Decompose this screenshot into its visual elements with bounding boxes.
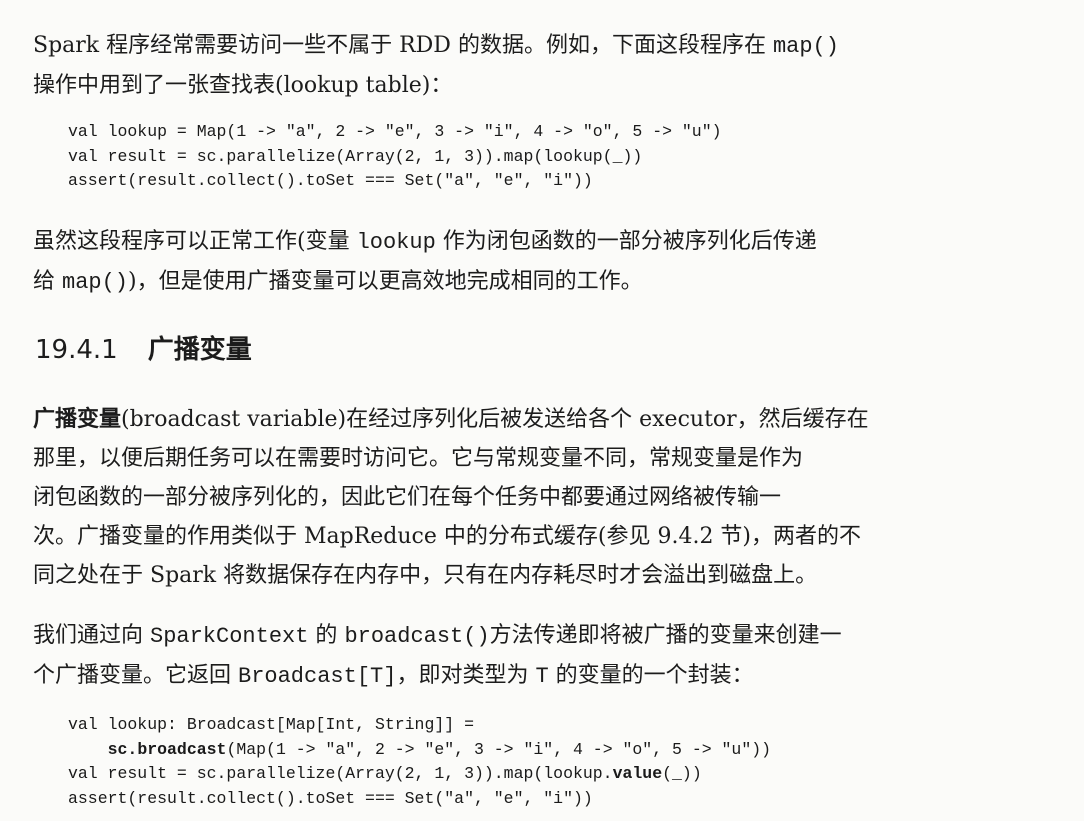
inline-code-map: map() bbox=[772, 34, 839, 59]
creation-text: 的变量的一个封装： bbox=[548, 663, 754, 688]
description-line-3: 闭包函数的一部分被序列化的，因此它们在每个任务中都要通过网络被传输一 bbox=[33, 485, 782, 510]
creation-paragraph: 我们通过向 SparkContext 的 broadcast()方法传递即将被广… bbox=[33, 616, 943, 696]
explanation-line-1: 虽然这段程序可以正常工作(变量 lookup 作为闭包函数的一部分被序列化后传递 bbox=[33, 222, 943, 262]
intro-paragraph: Spark 程序经常需要访问一些不属于 RDD 的数据。例如，下面这段程序在 m… bbox=[33, 26, 943, 105]
code-line: val result = sc.parallelize(Array(2, 1, … bbox=[68, 762, 771, 787]
explanation-text: 作为闭包函数的一部分被序列化后传递 bbox=[435, 229, 817, 254]
code-block-lookup: val lookup = Map(1 -> "a", 2 -> "e", 3 -… bbox=[68, 120, 722, 194]
code-text: val result = sc.parallelize(Array(2, 1, … bbox=[68, 764, 613, 783]
description-text: (broadcast variable)在经过序列化后被发送给各个 execut… bbox=[121, 407, 869, 432]
inline-code-lookup: lookup bbox=[356, 230, 436, 255]
explanation-paragraph: 虽然这段程序可以正常工作(变量 lookup 作为闭包函数的一部分被序列化后传递… bbox=[33, 222, 943, 302]
description-line-1: 广播变量(broadcast variable)在经过序列化后被发送给各个 ex… bbox=[33, 400, 943, 439]
defined-term: 广播变量 bbox=[33, 406, 122, 432]
creation-line-1: 我们通过向 SparkContext 的 broadcast()方法传递即将被广… bbox=[33, 616, 943, 656]
section-title: 广播变量 bbox=[147, 335, 252, 365]
explanation-line-2: 给 map())，但是使用广播变量可以更高效地完成相同的工作。 bbox=[33, 262, 943, 302]
intro-line-1: Spark 程序经常需要访问一些不属于 RDD 的数据。例如，下面这段程序在 m… bbox=[33, 26, 943, 66]
inline-code-broadcast: broadcast() bbox=[344, 624, 490, 649]
explanation-text: 虽然这段程序可以正常工作(变量 bbox=[33, 229, 357, 254]
code-line: assert(result.collect().toSet === Set("a… bbox=[68, 788, 593, 808]
intro-text: Spark 程序经常需要访问一些不属于 RDD 的数据。例如，下面这段程序在 bbox=[33, 33, 773, 58]
code-block-broadcast: val lookup: Broadcast[Map[Int, String]] … bbox=[68, 713, 771, 811]
code-emphasis: value bbox=[612, 764, 663, 783]
inline-code-map: map() bbox=[62, 270, 129, 295]
section-number: 19.4.1 bbox=[35, 335, 118, 365]
description-line-2: 那里，以便后期任务可以在需要时访问它。它与常规变量不同，常规变量是作为 bbox=[33, 446, 804, 471]
code-emphasis: sc.broadcast bbox=[107, 739, 227, 759]
inline-code-t: T bbox=[535, 664, 549, 689]
creation-text: 个广播变量。它返回 bbox=[33, 663, 238, 688]
creation-text: 方法传递即将被广播的变量来创建一 bbox=[489, 623, 842, 648]
code-line: val lookup = Map(1 -> "a", 2 -> "e", 3 -… bbox=[68, 122, 722, 141]
inline-code-broadcast-type: Broadcast[T] bbox=[238, 664, 397, 689]
code-line: sc.broadcast(Map(1 -> "a", 2 -> "e", 3 -… bbox=[68, 738, 771, 763]
description-line-4: 次。广播变量的作用类似于 MapReduce 中的分布式缓存(参见 9.4.2 … bbox=[33, 524, 862, 549]
code-text: (_)) bbox=[662, 764, 702, 783]
broadcast-description-paragraph: 广播变量(broadcast variable)在经过序列化后被发送给各个 ex… bbox=[33, 400, 943, 595]
section-heading: 19.4.1 广播变量 bbox=[35, 330, 252, 370]
creation-text: 的 bbox=[308, 623, 345, 648]
book-page: Spark 程序经常需要访问一些不属于 RDD 的数据。例如，下面这段程序在 m… bbox=[0, 0, 1084, 821]
intro-line-2: 操作中用到了一张查找表(lookup table)： bbox=[33, 73, 453, 98]
code-line: val result = sc.parallelize(Array(2, 1, … bbox=[68, 146, 643, 166]
creation-text: 我们通过向 bbox=[33, 623, 150, 648]
explanation-text: )，但是使用广播变量可以更高效地完成相同的工作。 bbox=[128, 269, 643, 294]
code-line: assert(result.collect().toSet === Set("a… bbox=[68, 171, 593, 190]
creation-line-2: 个广播变量。它返回 Broadcast[T]，即对类型为 T 的变量的一个封装： bbox=[33, 656, 943, 696]
description-line-5: 同之处在于 Spark 将数据保存在内存中，只有在内存耗尽时才会溢出到磁盘上。 bbox=[33, 563, 818, 588]
creation-text: ，即对类型为 bbox=[396, 663, 536, 688]
explanation-text: 给 bbox=[33, 269, 62, 294]
inline-code-sparkcontext: SparkContext bbox=[150, 624, 309, 649]
code-text: (Map(1 -> "a", 2 -> "e", 3 -> "i", 4 -> … bbox=[226, 739, 772, 759]
code-line: val lookup: Broadcast[Map[Int, String]] … bbox=[68, 715, 474, 734]
